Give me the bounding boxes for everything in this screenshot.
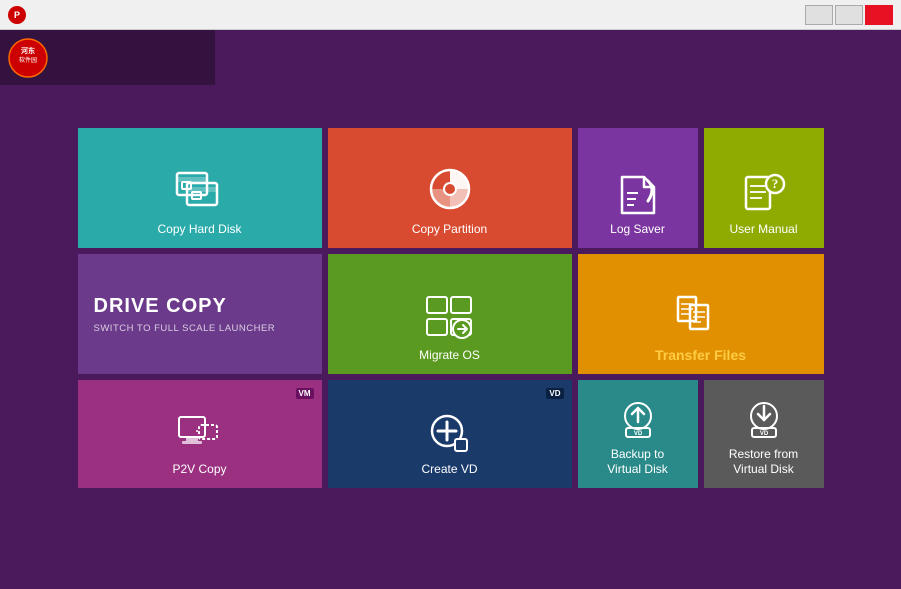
tile-copy-partition-label: Copy Partition	[412, 222, 487, 238]
tiles-grid: Copy Hard Disk Copy Partition Log Saver	[20, 128, 881, 488]
copy-hard-disk-icon	[174, 165, 226, 217]
drive-copy-title: DRIVE COPY	[94, 295, 227, 318]
tile-transfer-files-label: Transfer Files	[655, 346, 746, 364]
app-logo-icon: P	[8, 6, 26, 24]
copy-partition-icon	[424, 165, 476, 217]
restore-vd-icon: VD	[742, 398, 786, 442]
vm-badge: VM	[296, 388, 314, 399]
drive-copy-subtitle: SWITCH TO FULL SCALE LAUNCHER	[94, 323, 276, 334]
tile-user-manual[interactable]: ? User Manual	[704, 128, 824, 248]
titlebar-controls	[805, 5, 893, 25]
tile-p2v-label: P2V Copy	[172, 462, 226, 478]
tile-backup-virtual-disk[interactable]: VD Backup toVirtual Disk	[578, 380, 698, 488]
svg-text:VD: VD	[633, 431, 642, 437]
p2v-icon	[177, 411, 223, 457]
tile-copy-partition[interactable]: Copy Partition	[328, 128, 572, 248]
tile-create-vd-label: Create VD	[421, 462, 477, 478]
titlebar-left: P	[8, 6, 32, 24]
tile-p2v-copy[interactable]: VM P2V Copy	[78, 380, 322, 488]
watermark-logo-icon: 河东 软件园	[8, 38, 48, 78]
tile-migrate-os[interactable]: Migrate OS	[328, 254, 572, 374]
create-vd-icon	[427, 411, 473, 457]
main-content: Copy Hard Disk Copy Partition Log Saver	[0, 60, 901, 508]
log-saver-icon	[616, 173, 660, 217]
backup-vd-icon: VD	[616, 398, 660, 442]
tile-backup-vd-label: Backup toVirtual Disk	[607, 447, 667, 478]
watermark: 河东 软件园	[0, 30, 215, 85]
tile-restore-virtual-disk[interactable]: VD Restore fromVirtual Disk	[704, 380, 824, 488]
transfer-files-icon	[675, 289, 727, 341]
minimize-button[interactable]	[805, 5, 833, 25]
migrate-os-icon	[424, 291, 476, 343]
tile-create-vd[interactable]: VD Create VD	[328, 380, 572, 488]
tile-user-manual-label: User Manual	[729, 222, 797, 238]
tile-transfer-files[interactable]: Transfer Files	[578, 254, 824, 374]
tile-copy-hard-disk[interactable]: Copy Hard Disk	[78, 128, 322, 248]
tile-restore-vd-label: Restore fromVirtual Disk	[729, 447, 798, 478]
tile-log-saver-label: Log Saver	[610, 222, 665, 238]
user-manual-icon: ?	[742, 173, 786, 217]
tile-migrate-os-label: Migrate OS	[419, 348, 480, 364]
vd-badge: VD	[546, 388, 563, 399]
tile-copy-hd-label: Copy Hard Disk	[157, 222, 241, 238]
tile-log-saver[interactable]: Log Saver	[578, 128, 698, 248]
svg-text:软件园: 软件园	[19, 56, 37, 64]
tile-drive-copy[interactable]: DRIVE COPY SWITCH TO FULL SCALE LAUNCHER	[78, 254, 322, 374]
close-button[interactable]	[865, 5, 893, 25]
svg-text:?: ?	[771, 176, 778, 191]
titlebar: P	[0, 0, 901, 30]
svg-text:VD: VD	[759, 431, 768, 437]
svg-text:河东: 河东	[21, 46, 35, 55]
maximize-button[interactable]	[835, 5, 863, 25]
